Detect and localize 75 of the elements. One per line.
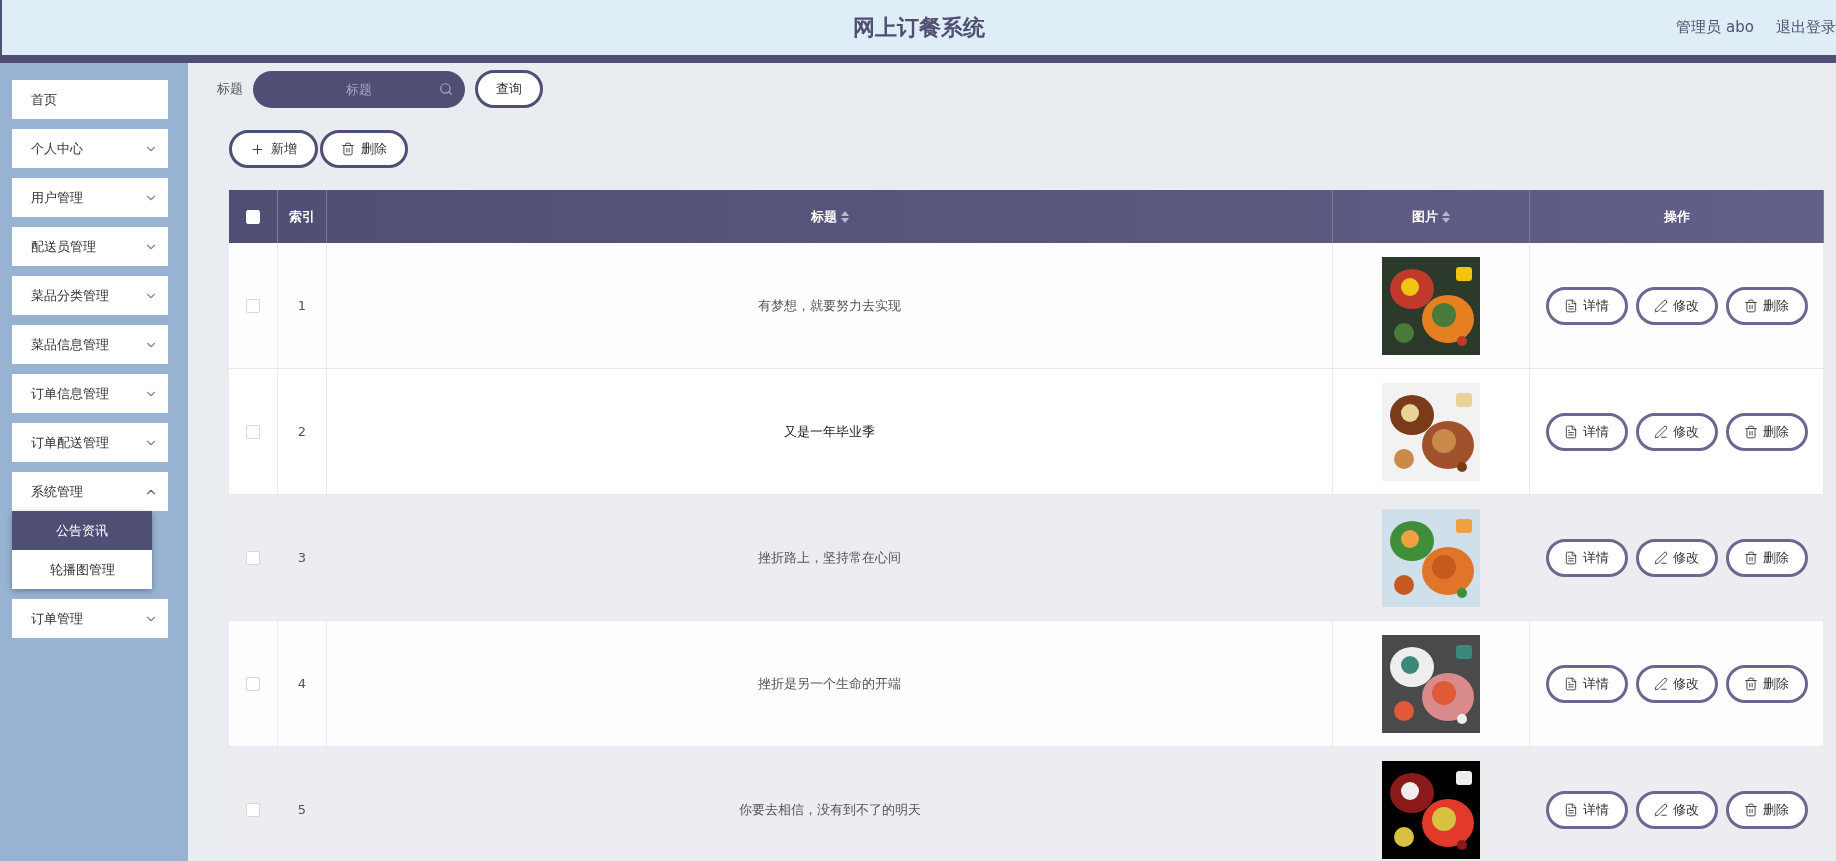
trash-icon — [1744, 550, 1758, 565]
search-icon — [439, 81, 453, 96]
detail-button[interactable]: 详情 — [1545, 664, 1628, 703]
row-checkbox[interactable] — [246, 802, 260, 817]
search-label: 标题 — [217, 80, 243, 98]
pencil-icon — [1654, 550, 1668, 565]
trash-icon — [1744, 676, 1758, 691]
sort-icon[interactable] — [1442, 210, 1450, 223]
table-cell: 你要去相信，没有到不了的明天 — [738, 800, 921, 819]
trash-icon — [341, 142, 355, 156]
table-cell: 2 — [297, 424, 307, 439]
column-header: 操作 — [1663, 207, 1690, 226]
column-header: 索引 — [289, 207, 315, 226]
row-checkbox[interactable] — [246, 676, 260, 691]
delete-button[interactable]: 删除 — [320, 130, 408, 168]
menu-item[interactable]: 订单配送管理 — [12, 423, 168, 462]
table-cell: 3 — [297, 550, 307, 565]
trash-icon — [1744, 424, 1758, 439]
menu-item[interactable]: 订单信息管理 — [12, 374, 168, 413]
document-icon — [1564, 298, 1578, 313]
edit-button[interactable]: 修改 — [1635, 664, 1718, 703]
menu-item[interactable]: 首页 — [12, 80, 168, 119]
detail-button[interactable]: 详情 — [1545, 286, 1628, 325]
edit-button[interactable]: 修改 — [1635, 538, 1718, 577]
edit-button[interactable]: 修改 — [1635, 286, 1718, 325]
menu-item[interactable]: 菜品分类管理 — [12, 276, 168, 315]
detail-button[interactable]: 详情 — [1545, 538, 1628, 577]
menu-item[interactable]: 菜品信息管理 — [12, 325, 168, 364]
detail-button[interactable]: 详情 — [1545, 412, 1628, 451]
user-name: 管理员 abo — [1676, 18, 1754, 37]
table-cell: 有梦想，就要努力去实现 — [758, 296, 901, 315]
search-field[interactable]: 标题 — [253, 70, 465, 108]
table-cell: 又是一年毕业季 — [784, 422, 875, 441]
edit-button[interactable]: 修改 — [1635, 412, 1718, 451]
document-icon — [1564, 424, 1578, 439]
table-cell: 挫折是另一个生命的开端 — [758, 674, 901, 693]
delete-button[interactable]: 删除 — [1725, 538, 1808, 577]
menu-item[interactable]: 配送员管理 — [12, 227, 168, 266]
delete-button[interactable]: 删除 — [1725, 286, 1808, 325]
document-icon — [1564, 550, 1578, 565]
menu-item[interactable]: 系统管理 — [12, 472, 168, 511]
document-icon — [1564, 802, 1578, 817]
delete-button[interactable]: 删除 — [1725, 790, 1808, 829]
row-checkbox[interactable] — [246, 298, 260, 313]
trash-icon — [1744, 298, 1758, 313]
table-cell: 5 — [297, 802, 307, 817]
submenu-item[interactable]: 轮播图管理 — [12, 550, 152, 589]
select-all-checkbox[interactable] — [246, 209, 260, 224]
column-header[interactable]: 图片 — [1412, 207, 1438, 226]
delete-button[interactable]: 删除 — [1725, 664, 1808, 703]
pencil-icon — [1654, 676, 1668, 691]
delete-button[interactable]: 删除 — [1725, 412, 1808, 451]
trash-icon — [1744, 802, 1758, 817]
row-checkbox[interactable] — [246, 550, 260, 565]
pencil-icon — [1654, 424, 1668, 439]
table-cell: 挫折路上，坚持常在心间 — [758, 548, 901, 567]
row-checkbox[interactable] — [246, 424, 260, 439]
submenu-item[interactable]: 公告资讯 — [12, 511, 152, 550]
plus-icon — [250, 141, 265, 157]
table-cell: 4 — [297, 676, 307, 691]
menu-item[interactable]: 个人中心 — [12, 129, 168, 168]
document-icon — [1564, 676, 1578, 691]
menu-item[interactable]: 用户管理 — [12, 178, 168, 217]
sort-icon[interactable] — [840, 210, 849, 223]
edit-button[interactable]: 修改 — [1635, 790, 1718, 829]
detail-button[interactable]: 详情 — [1545, 790, 1628, 829]
pencil-icon — [1654, 802, 1668, 817]
column-header[interactable]: 标题 — [810, 207, 837, 226]
logout-link[interactable]: 退出登录 — [1776, 18, 1836, 37]
query-button[interactable]: 查询 — [475, 70, 543, 108]
app-title: 网上订餐系统 — [853, 13, 985, 42]
menu-item[interactable]: 订单管理 — [12, 599, 168, 638]
add-button[interactable]: 新增 — [229, 130, 318, 168]
pencil-icon — [1654, 298, 1668, 313]
table-cell: 1 — [297, 298, 307, 313]
